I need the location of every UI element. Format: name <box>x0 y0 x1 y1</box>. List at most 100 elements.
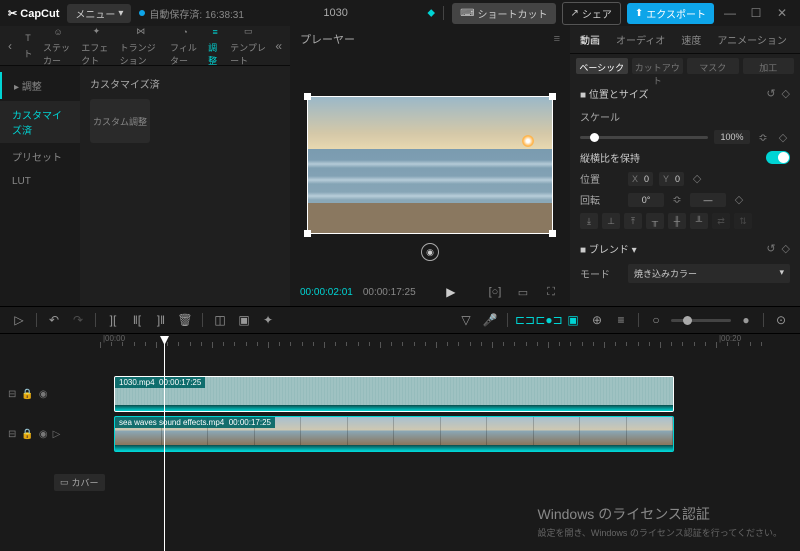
menu-button[interactable]: メニュー ▾ <box>67 4 131 23</box>
track-visible-icon[interactable]: ▷ <box>53 429 61 440</box>
blend-mode-select[interactable]: 焼き込みカラー▾ <box>628 264 790 283</box>
tab-text[interactable]: Tト <box>18 29 38 62</box>
track-mute-icon[interactable]: ◉ <box>39 429 48 440</box>
fit-icon[interactable]: ⊙ <box>772 311 790 329</box>
subtab-mask[interactable]: マスク <box>687 58 739 74</box>
blend-keyframe-icon[interactable]: ◇ <box>782 242 790 255</box>
tab-audio[interactable]: オーディオ <box>612 30 669 49</box>
keep-ratio-toggle[interactable] <box>766 151 790 164</box>
preview-icon[interactable]: ▣ <box>564 311 582 329</box>
snap-icon[interactable]: [○] <box>486 283 504 301</box>
side-adjust[interactable]: ▸ 調整 <box>0 72 80 99</box>
resize-handle-tr[interactable] <box>549 93 556 100</box>
align-left-icon[interactable]: ⤓ <box>580 213 598 229</box>
resize-handle-bl[interactable] <box>304 230 311 237</box>
subtab-cutout[interactable]: カットアウト <box>632 58 684 74</box>
align-right-icon[interactable]: ⤒ <box>624 213 642 229</box>
delete-icon[interactable]: 🗑 <box>176 311 194 329</box>
reset-icon[interactable]: ↺ <box>766 87 775 100</box>
clip-seawaves[interactable]: sea waves sound effects.mp4 00:00:17:25 <box>114 416 674 452</box>
track-lock-icon[interactable]: 🔒 <box>21 429 33 440</box>
side-preset[interactable]: プリセット <box>0 143 80 170</box>
subtab-basic[interactable]: ベーシック <box>576 58 628 74</box>
tab-video[interactable]: 動画 <box>576 30 604 49</box>
blend-reset-icon[interactable]: ↺ <box>766 242 775 255</box>
maximize-button[interactable]: ☐ <box>746 3 766 23</box>
track-height-icon[interactable]: ≡ <box>612 311 630 329</box>
export-button[interactable]: ⬆ エクスポート <box>627 3 714 24</box>
close-button[interactable]: ✕ <box>772 3 792 23</box>
tab-transition[interactable]: ⋈トランジション <box>117 23 165 69</box>
trim-left-icon[interactable]: ‖[ <box>128 311 146 329</box>
tab-animation[interactable]: アニメーション <box>713 30 791 49</box>
play-button[interactable]: ▶ <box>426 285 476 299</box>
rotation-value[interactable]: 0° <box>628 193 664 207</box>
player-options-icon[interactable]: ≡ <box>554 33 560 45</box>
marker-icon[interactable]: ▽ <box>457 311 475 329</box>
tab-sticker[interactable]: ☺ステッカー <box>40 23 76 69</box>
side-lut[interactable]: LUT <box>0 170 80 193</box>
align-hcenter-icon[interactable]: ⊥ <box>602 213 620 229</box>
cover-button[interactable]: ▭ カバー <box>54 474 105 491</box>
tab-effect[interactable]: ✦エフェクト <box>78 23 114 69</box>
selection-tool-icon[interactable]: ▷ <box>10 311 28 329</box>
rotation-stepper-icon[interactable]: ≎ <box>670 193 684 206</box>
track-align-icon[interactable]: ⊕ <box>588 311 606 329</box>
freeze-icon[interactable]: ✦ <box>259 311 277 329</box>
resize-handle-br[interactable] <box>549 230 556 237</box>
track-collapse-icon[interactable]: ⊟ <box>8 429 16 440</box>
undo-icon[interactable]: ↶ <box>45 311 63 329</box>
track-collapse-icon[interactable]: ⊟ <box>8 389 16 400</box>
scale-slider[interactable] <box>580 136 708 139</box>
track-mute-icon[interactable]: ◉ <box>39 389 48 400</box>
vip-icon[interactable]: ⬥ <box>427 7 435 20</box>
scale-keyframe-icon[interactable]: ◇ <box>776 131 790 144</box>
magnet-icon[interactable]: ⊏⊐ <box>516 311 534 329</box>
mic-icon[interactable]: 🎤 <box>481 311 499 329</box>
rotation-extra[interactable]: — <box>690 193 726 207</box>
link-icon[interactable]: ⊏●⊐ <box>540 311 558 329</box>
ratio-icon[interactable]: ▭ <box>514 283 532 301</box>
pos-keyframe-icon[interactable]: ◇ <box>690 172 704 185</box>
scale-stepper-icon[interactable]: ≎ <box>756 131 770 144</box>
align-top-icon[interactable]: ╥ <box>646 213 664 229</box>
trim-right-icon[interactable]: ]‖ <box>152 311 170 329</box>
zoom-in-icon[interactable]: ● <box>737 311 755 329</box>
timeline[interactable]: |00:00 |00:20 ⊟ 🔒 ◉ 1030.mp4 00:00:17:25… <box>0 334 800 551</box>
clip-1030[interactable]: 1030.mp4 00:00:17:25 <box>114 376 674 412</box>
minimize-button[interactable]: — <box>720 3 740 23</box>
flip-v-icon[interactable]: ⇅ <box>734 213 752 229</box>
align-vcenter-icon[interactable]: ╫ <box>668 213 686 229</box>
rotation-keyframe-icon[interactable]: ◇ <box>732 193 746 206</box>
tabs-scroll-left[interactable]: ‹ <box>4 39 16 53</box>
timeline-ruler[interactable]: |00:00 |00:20 <box>100 334 800 352</box>
tabs-collapse[interactable]: « <box>271 39 286 53</box>
tab-adjust[interactable]: ≡調整 <box>205 23 225 69</box>
mirror-icon[interactable]: ▣ <box>235 311 253 329</box>
crop-icon[interactable]: ◫ <box>211 311 229 329</box>
fullscreen-icon[interactable]: ⛶ <box>542 283 560 301</box>
keyframe-icon[interactable]: ◇ <box>782 87 790 100</box>
pos-x-input[interactable]: X0 <box>628 172 653 186</box>
rotation-handle-icon[interactable]: ◉ <box>421 243 439 261</box>
custom-adjust-thumb[interactable]: カスタム調整 <box>90 99 150 143</box>
flip-h-icon[interactable]: ⇄ <box>712 213 730 229</box>
zoom-out-icon[interactable]: ○ <box>647 311 665 329</box>
align-bottom-icon[interactable]: ╨ <box>690 213 708 229</box>
redo-icon[interactable]: ↷ <box>69 311 87 329</box>
side-custom[interactable]: カスタマイズ済 <box>0 101 80 143</box>
tab-filter[interactable]: ◔フィルター <box>167 23 203 69</box>
playhead[interactable] <box>164 336 165 551</box>
scale-value[interactable]: 100% <box>714 130 750 144</box>
subtab-enhance[interactable]: 加工 <box>743 58 795 74</box>
shortcut-button[interactable]: ⌨ ショートカット <box>452 3 555 24</box>
zoom-slider[interactable] <box>671 319 731 322</box>
share-button[interactable]: ↗ シェア <box>562 2 621 25</box>
split-icon[interactable]: ][ <box>104 311 122 329</box>
track-lock-icon[interactable]: 🔒 <box>21 389 33 400</box>
pos-y-input[interactable]: Y0 <box>659 172 684 186</box>
player-viewport[interactable]: ◉ <box>290 52 570 278</box>
tab-template[interactable]: ▭テンプレート <box>227 23 269 69</box>
resize-handle-tl[interactable] <box>304 93 311 100</box>
video-frame[interactable]: ◉ <box>307 96 553 234</box>
